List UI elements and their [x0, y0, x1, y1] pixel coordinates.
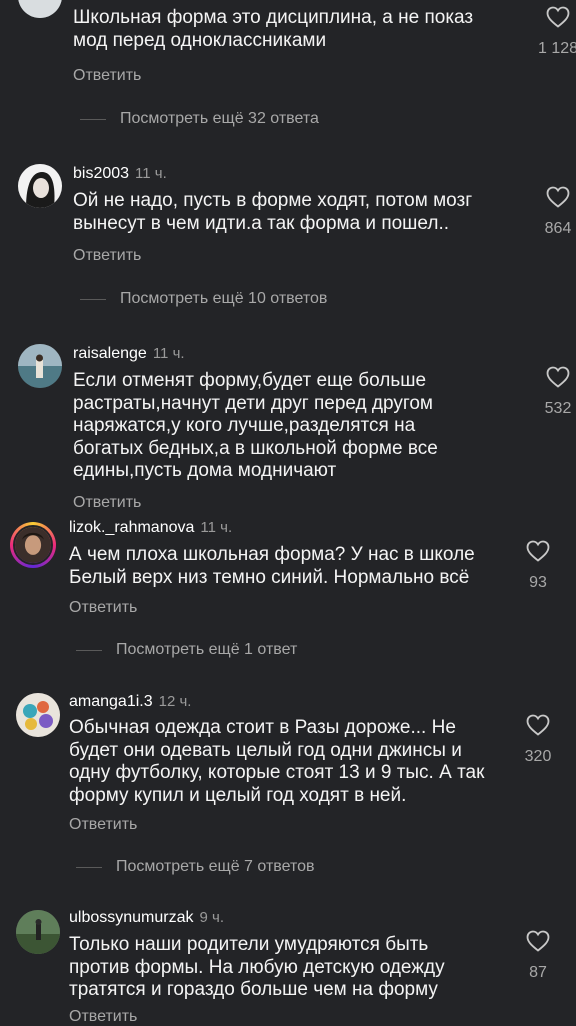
like-button[interactable]: 532 — [528, 366, 576, 418]
timestamp: 11 ч. — [135, 165, 167, 182]
comment-meta: bis2003 11 ч. — [73, 165, 167, 183]
username[interactable]: raisalenge — [73, 345, 147, 362]
comment-text-line: Ой не надо, пусть в форме ходят, потом м… — [73, 190, 473, 211]
comment-text: Если отменят форму,будет еще больше раст… — [73, 370, 438, 483]
username[interactable]: amanga1i.3 — [69, 693, 153, 710]
like-count: 93 — [529, 574, 547, 591]
reply-button[interactable]: Ответить — [69, 816, 137, 834]
username[interactable]: ulbossynumurzak — [69, 909, 194, 926]
view-replies-label: Посмотреть ещё 1 ответ — [116, 641, 298, 658]
view-replies-button[interactable]: Посмотреть ещё 1 ответ — [76, 641, 297, 659]
comment-text: Только наши родители умудряются быть про… — [69, 934, 445, 1002]
view-replies-label: Посмотреть ещё 10 ответов — [120, 290, 328, 307]
avatar[interactable] — [10, 522, 56, 568]
username[interactable]: lizok._rahmanova — [69, 519, 194, 536]
view-replies-button[interactable]: Посмотреть ещё 32 ответа — [80, 110, 319, 128]
heart-outline-icon — [546, 6, 570, 28]
reply-button[interactable]: Ответить — [73, 67, 141, 85]
like-count: 864 — [544, 220, 572, 237]
like-button[interactable]: 320 — [508, 714, 568, 766]
timestamp: 9 ч. — [199, 909, 225, 926]
avatar[interactable] — [18, 0, 62, 18]
avatar[interactable] — [16, 693, 60, 737]
comment-text-line: мод перед одноклассниками — [73, 29, 327, 51]
divider — [80, 298, 106, 300]
avatar[interactable] — [16, 910, 60, 954]
comment-meta: lizok._rahmanova 11 ч. — [69, 519, 232, 537]
like-count: 1 128 — [537, 40, 576, 57]
view-replies-button[interactable]: Посмотреть ещё 10 ответов — [80, 290, 327, 308]
view-replies-button[interactable]: Посмотреть ещё 7 ответов — [76, 858, 315, 876]
heart-outline-icon — [546, 186, 570, 208]
comment-text-line: форму купил и целый год ходят в ней. — [69, 784, 407, 806]
avatar[interactable] — [18, 164, 62, 208]
timestamp: 11 ч. — [152, 345, 185, 362]
reply-button[interactable]: Ответить — [73, 247, 141, 265]
like-button[interactable]: 1 128 — [528, 6, 576, 58]
heart-outline-icon — [526, 930, 550, 952]
divider — [76, 649, 102, 651]
comment-text-line: Белый верх низ темно синий. Нормально вс… — [69, 566, 470, 588]
comment-text-line: Школьная форма это дисциплина, а не пока… — [73, 7, 474, 28]
heart-outline-icon — [526, 714, 550, 736]
comment-text-line: Обычная одежда стоит в Разы дороже... Не — [69, 717, 456, 738]
reply-button[interactable]: Ответить — [73, 494, 141, 512]
divider — [76, 866, 102, 868]
like-button[interactable]: 93 — [508, 540, 568, 592]
comment-text-line: богатых бедных,а в школьной форме все — [73, 437, 438, 459]
comment-text-line: А чем плоха школьная форма? У нас в школ… — [69, 544, 475, 565]
comment-text-line: вынесут в чем идти.а так форма и пошел.. — [73, 212, 450, 234]
heart-outline-icon — [526, 540, 550, 562]
reply-button[interactable]: Ответить — [69, 599, 137, 617]
like-count: 532 — [544, 400, 572, 417]
reply-button[interactable]: Ответить — [69, 1008, 137, 1026]
like-button[interactable]: 864 — [528, 186, 576, 238]
comment-text-line: будет они одевать целый год одни джинсы … — [69, 739, 462, 761]
comment-text-line: тратятся и гораздо больше чем на форму — [69, 979, 438, 1000]
comment-text-line: растраты,начнут дети друг перед другом — [73, 392, 433, 414]
comment-meta: amanga1i.3 12 ч. — [69, 693, 191, 711]
username[interactable]: bis2003 — [73, 165, 129, 182]
comment-text-line: одну футболку, которые стоят 13 и 9 тыс.… — [69, 762, 485, 783]
comment-meta: ulbossynumurzak 9 ч. — [69, 909, 224, 927]
comment-text: А чем плоха школьная форма? У нас в школ… — [69, 544, 475, 589]
view-replies-label: Посмотреть ещё 32 ответа — [120, 110, 319, 127]
timestamp: 11 ч. — [200, 519, 233, 536]
comment-text-line: Только наши родители умудряются быть — [69, 934, 429, 955]
heart-outline-icon — [546, 366, 570, 388]
avatar-image — [13, 525, 53, 565]
comment-meta: raisalenge 11 ч. — [73, 345, 185, 363]
like-button[interactable]: 87 — [508, 930, 568, 982]
view-replies-label: Посмотреть ещё 7 ответов — [116, 858, 315, 875]
divider — [80, 118, 106, 120]
comment-text: Школьная форма это дисциплина, а не пока… — [73, 7, 473, 52]
like-count: 320 — [524, 748, 552, 765]
comment-text-line: едины,пусть дома модничают — [73, 460, 337, 481]
like-count: 87 — [529, 964, 547, 981]
comment-text: Обычная одежда стоит в Разы дороже... Не… — [69, 717, 484, 807]
timestamp: 12 ч. — [158, 693, 192, 710]
comment-text-line: наряжатся,у кого лучше,разделятся на — [73, 415, 416, 436]
comment-text: Ой не надо, пусть в форме ходят, потом м… — [73, 190, 472, 235]
comment-text-line: Если отменят форму,будет еще больше — [73, 370, 427, 391]
comment-text-line: против формы. На любую детскую одежду — [69, 956, 445, 978]
avatar[interactable] — [18, 344, 62, 388]
